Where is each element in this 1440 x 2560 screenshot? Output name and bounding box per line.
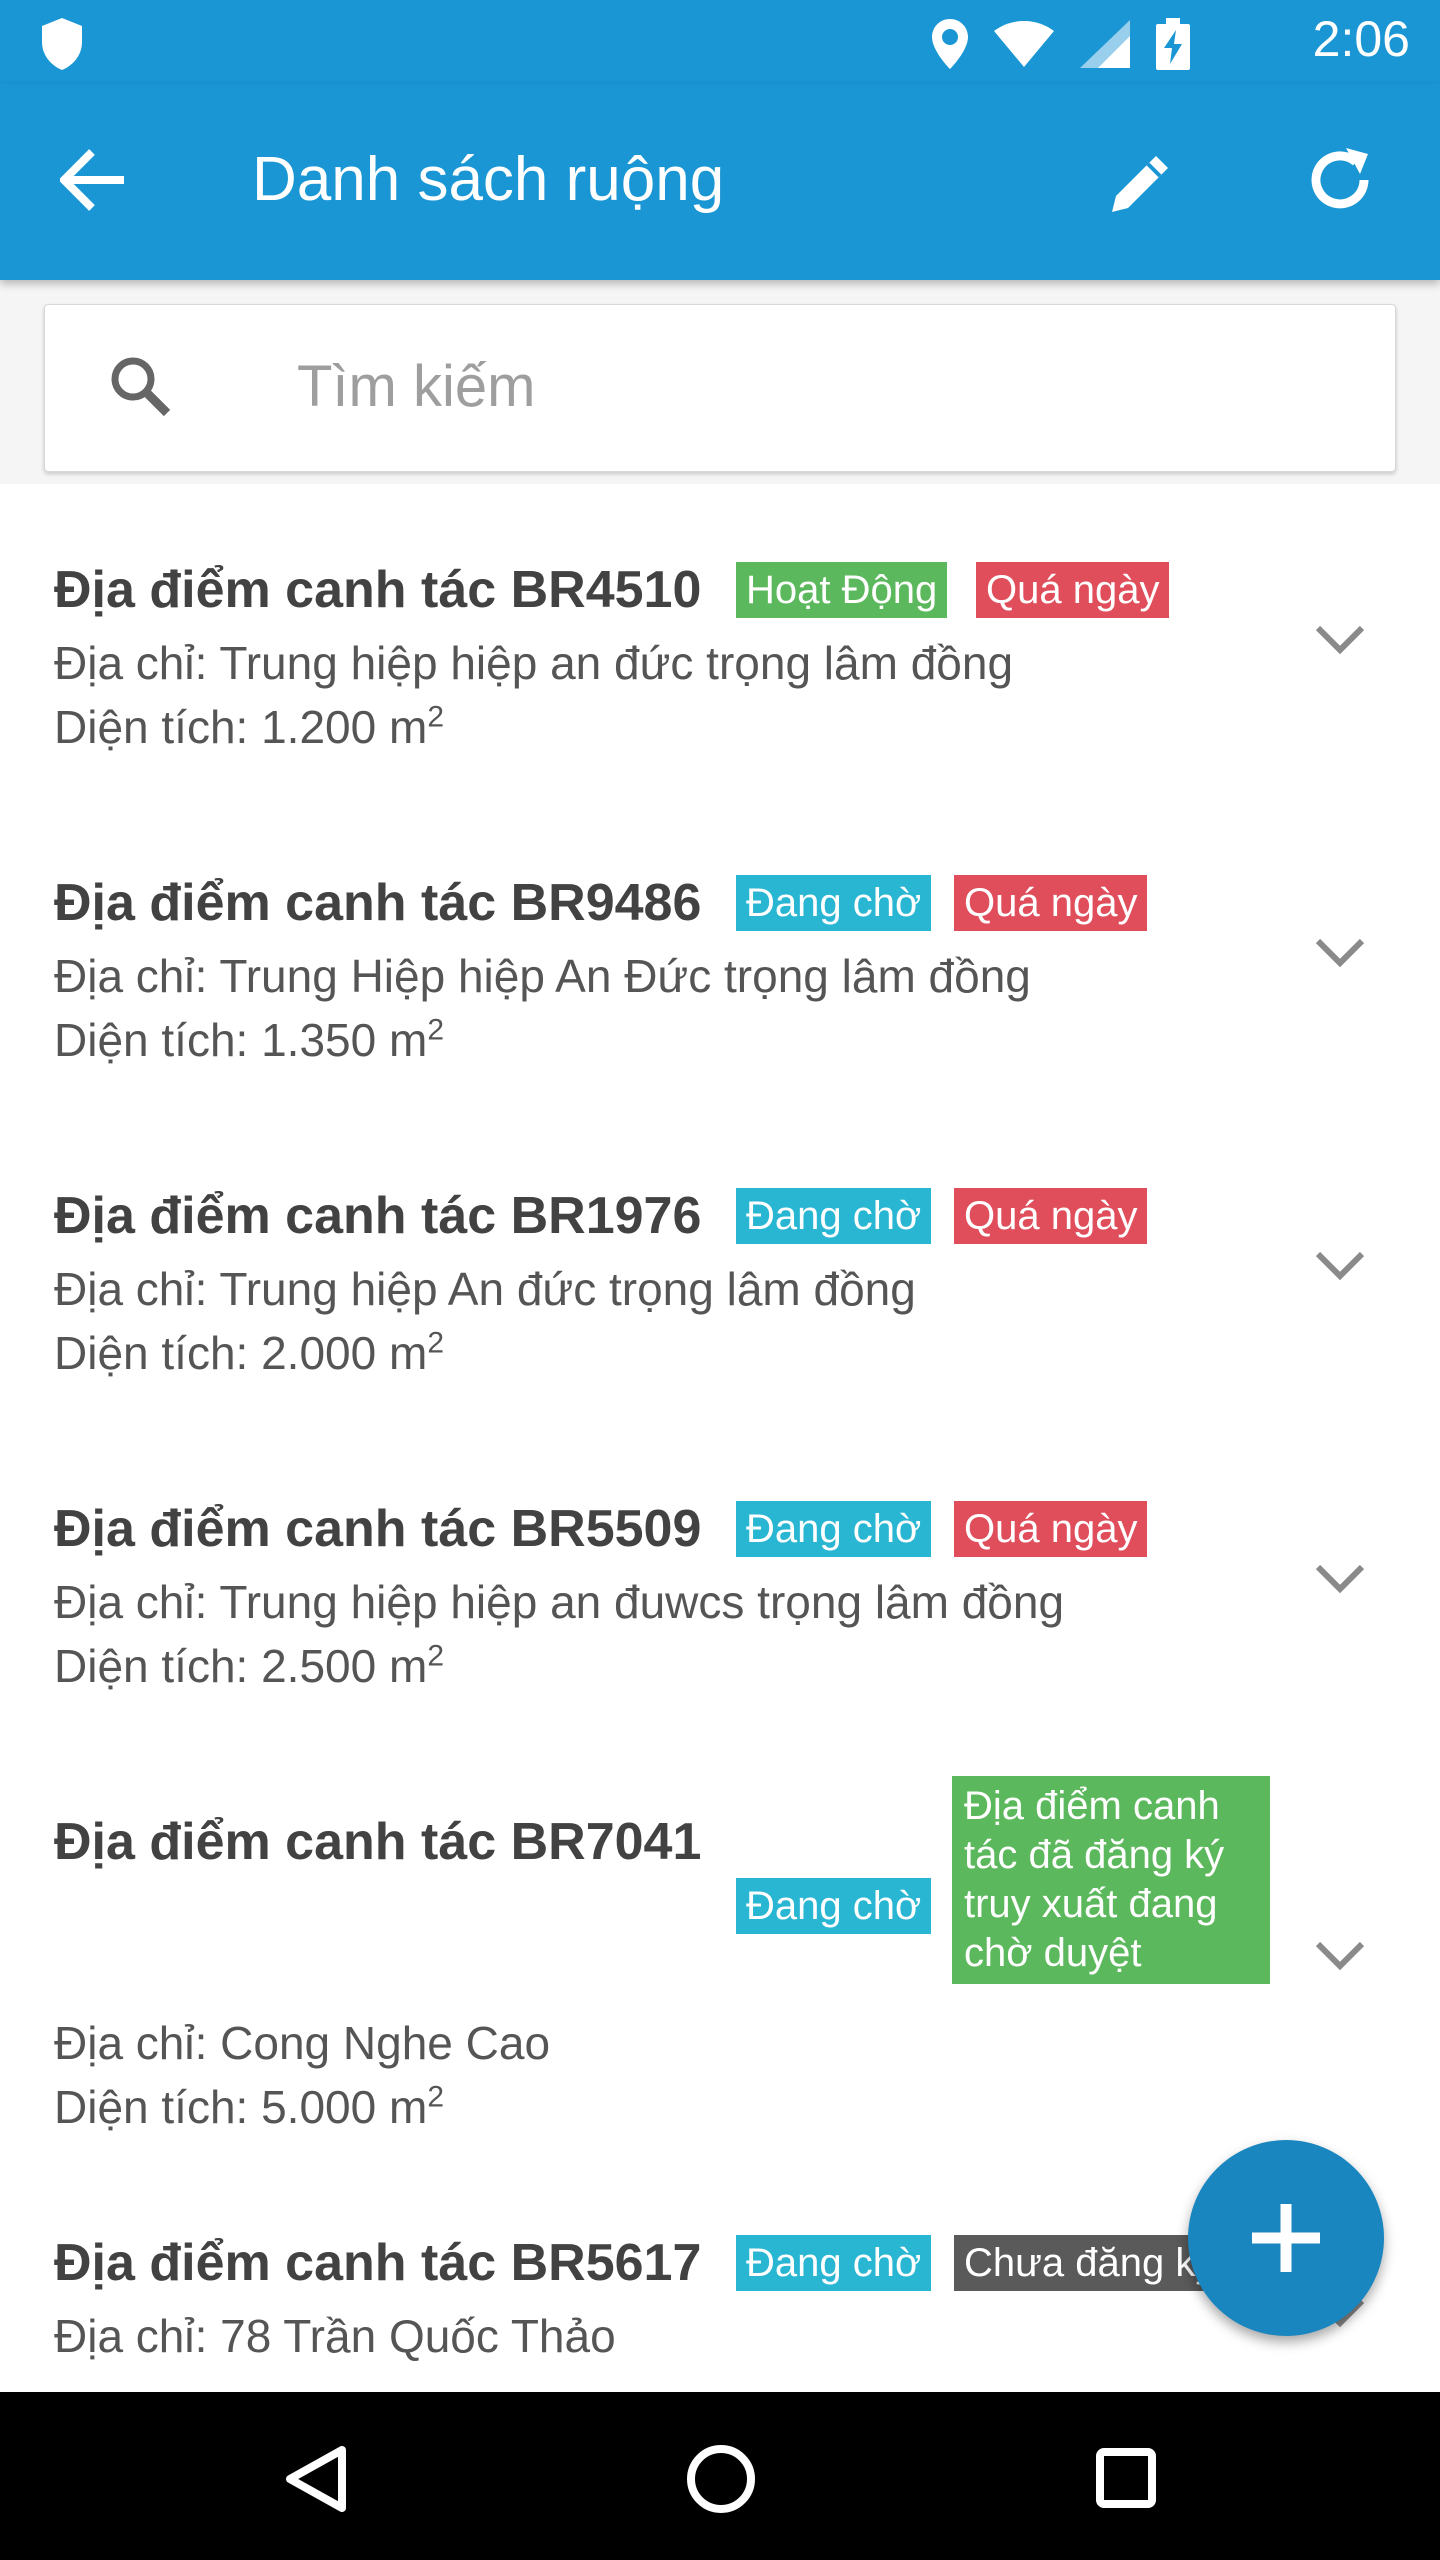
search-area — [0, 280, 1440, 484]
field-name: Địa điểm canh tác BR4510 — [54, 561, 702, 619]
wifi-icon — [994, 21, 1054, 67]
back-arrow-icon[interactable] — [60, 148, 128, 212]
chevron-down-icon[interactable] — [1314, 624, 1366, 656]
search-box[interactable] — [44, 304, 1396, 472]
status-time: 2:06 — [1312, 11, 1410, 67]
status-icons — [932, 18, 1190, 70]
field-area: Diện tích: 1.200 m2 — [54, 700, 444, 753]
system-nav-bar — [0, 2392, 1440, 2560]
list-item[interactable]: Địa điểm canh tác BR1976 Đang chờ Quá ng… — [0, 1110, 1440, 1423]
overdue-badge: Quá ngày — [954, 1501, 1148, 1557]
page-title: Danh sách ruộng — [252, 145, 725, 214]
field-address: Địa chỉ: Trung hiệp An đức trọng lâm đồn… — [54, 1263, 916, 1315]
field-address: Địa chỉ: Trung Hiệp hiệp An Đức trọng lâ… — [54, 950, 1031, 1002]
overdue-badge: Quá ngày — [976, 562, 1170, 618]
field-address: Địa chỉ: Trung hiệp hiệp an đuwcs trọng … — [54, 1576, 1065, 1628]
location-icon — [932, 19, 968, 69]
plus-icon — [1252, 2204, 1320, 2272]
add-field-button[interactable] — [1188, 2140, 1384, 2336]
home-circle-icon[interactable] — [686, 2444, 756, 2514]
status-badge: Đang chờ — [736, 1188, 932, 1244]
status-badge: Đang chờ — [736, 2235, 932, 2291]
battery-charging-icon — [1156, 18, 1190, 70]
chevron-down-icon[interactable] — [1314, 937, 1366, 969]
shield-icon — [42, 18, 82, 70]
signal-icon — [1080, 20, 1130, 68]
field-name: Địa điểm canh tác BR1976 — [54, 1187, 702, 1245]
overdue-badge: Quá ngày — [954, 1188, 1148, 1244]
overdue-badge: Quá ngày — [954, 875, 1148, 931]
field-name: Địa điểm canh tác BR7041 — [54, 1813, 702, 1871]
chevron-down-icon[interactable] — [1314, 1250, 1366, 1282]
field-list: Địa điểm canh tác BR4510 Hoạt Động Quá n… — [0, 484, 1440, 2392]
field-area: Diện tích: 5.000 m2 — [54, 2080, 444, 2133]
list-item[interactable]: Địa điểm canh tác BR5509 Đang chờ Quá ng… — [0, 1423, 1440, 1736]
field-name: Địa điểm canh tác BR9486 — [54, 874, 702, 932]
edit-pencil-icon[interactable] — [1100, 144, 1180, 224]
field-name: Địa điểm canh tác BR5509 — [54, 1500, 702, 1558]
app-bar: Danh sách ruộng — [0, 84, 1440, 280]
status-badge: Hoạt Động — [736, 562, 948, 618]
field-area: Diện tích: 1.350 m2 — [54, 1013, 444, 1066]
status-badge: Đang chờ — [736, 1501, 932, 1557]
registration-badge: Địa điểm canh tác đã đăng ký truy xuất đ… — [952, 1776, 1270, 1984]
list-item[interactable]: Địa điểm canh tác BR9486 Đang chờ Quá ng… — [0, 797, 1440, 1110]
status-badge: Đang chờ — [736, 1878, 932, 1934]
list-item[interactable]: Địa điểm canh tác BR4510 Hoạt Động Quá n… — [0, 484, 1440, 797]
chevron-down-icon[interactable] — [1314, 1563, 1366, 1595]
recents-square-icon[interactable] — [1096, 2448, 1156, 2508]
search-input[interactable] — [295, 345, 1339, 427]
refresh-icon[interactable] — [1302, 142, 1378, 218]
chevron-down-icon[interactable] — [1314, 1940, 1366, 1972]
status-badge: Đang chờ — [736, 875, 932, 931]
field-address: Địa chỉ: Cong Nghe Cao — [54, 2017, 551, 2069]
field-address: Địa chỉ: 78 Trần Quốc Thảo — [54, 2310, 616, 2362]
field-address: Địa chỉ: Trung hiệp hiệp an đức trọng lâ… — [54, 637, 1014, 689]
search-icon — [111, 357, 171, 417]
field-name: Địa điểm canh tác BR5617 — [54, 2234, 702, 2292]
list-item[interactable]: Địa điểm canh tác BR7041 Đang chờ Địa đi… — [0, 1736, 1440, 2177]
back-triangle-icon[interactable] — [284, 2444, 348, 2514]
unregistered-badge: Chưa đăng ký — [954, 2235, 1226, 2291]
status-bar: 2:06 — [0, 0, 1440, 84]
field-area: Diện tích: 2.000 m2 — [54, 1326, 444, 1379]
field-area: Diện tích: 2.500 m2 — [54, 1639, 444, 1692]
